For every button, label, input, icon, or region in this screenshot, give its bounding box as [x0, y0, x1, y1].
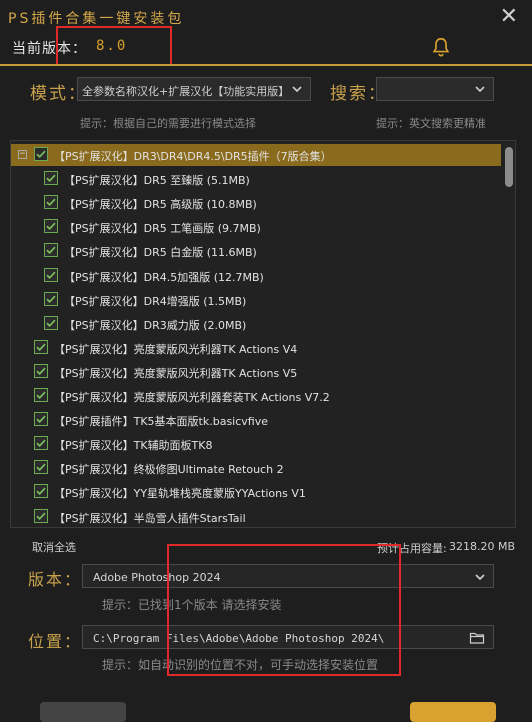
- install-button[interactable]: [410, 702, 496, 722]
- plugin-checkbox[interactable]: [34, 388, 48, 402]
- plugin-label: 【PS扩展汉化】DR5 白金版 (11.6MB): [64, 246, 257, 260]
- plugin-checkbox[interactable]: [44, 171, 58, 186]
- checkmark-icon: [36, 463, 46, 472]
- plugin-row[interactable]: 【PS扩展汉化】DR3威力版 (2.0MB): [11, 313, 501, 335]
- checkmark-icon: [36, 391, 46, 400]
- plugin-label: 【PS扩展汉化】TK辅助面板TK8: [54, 439, 213, 453]
- plugin-row[interactable]: 【PS扩展汉化】YY星轨堆栈亮度蒙版YYActions V1: [11, 481, 501, 503]
- checkmark-icon: [46, 247, 56, 255]
- plugin-row[interactable]: 【PS扩展汉化】DR4.5加强版 (12.7MB): [11, 265, 501, 287]
- header-divider: [0, 64, 532, 66]
- install-path-highlight-box: [167, 544, 401, 676]
- chevron-down-icon: [475, 574, 485, 581]
- plugin-label: 【PS扩展汉化】DR5 工笔画版 (9.7MB): [64, 222, 261, 236]
- plugin-row[interactable]: 【PS扩展汉化】TK辅助面板TK8: [11, 433, 501, 455]
- plugin-row[interactable]: 【PS扩展汉化】亮度蒙版风光利器TK Actions V4: [11, 337, 501, 359]
- ps-version-label: 版本：: [28, 570, 83, 589]
- plugin-label: 【PS扩展汉化】DR3威力版 (2.0MB): [64, 318, 247, 332]
- plugin-row[interactable]: 【PS扩展汉化】亮度蒙版风光利器TK Actions V5: [11, 361, 501, 383]
- plugin-checkbox[interactable]: [34, 363, 48, 378]
- version-highlight-box: [56, 26, 172, 66]
- plugin-checkbox[interactable]: [34, 484, 48, 499]
- plugin-group-row[interactable]: − 【PS扩展汉化】DR3\DR4\DR4.5\DR5插件（7版合集）: [11, 144, 501, 166]
- checkmark-icon: [46, 271, 56, 279]
- capacity-value: 3218.20 MB: [449, 540, 516, 553]
- plugin-checkbox[interactable]: [34, 412, 48, 427]
- plugin-checkbox[interactable]: [44, 219, 58, 234]
- checkmark-icon: [36, 415, 46, 424]
- plugin-row[interactable]: 【PS扩展汉化】DR5 工笔画版 (9.7MB): [11, 216, 501, 238]
- mode-hint: 提示：根据自己的需要进行模式选择: [80, 117, 256, 130]
- plugin-checkbox[interactable]: [44, 243, 58, 258]
- checkmark-icon: [46, 222, 56, 231]
- checkmark-icon: [46, 295, 56, 303]
- plugin-checkbox[interactable]: [34, 147, 48, 161]
- search-hint: 提示：英文搜索更精准: [376, 117, 486, 130]
- plugin-row[interactable]: 【PS扩展汉化】DR5 高级版 (10.8MB): [11, 192, 501, 214]
- mode-select[interactable]: 全参数名称汉化+扩展汉化【功能实用版】: [77, 77, 311, 101]
- plugin-label: 【PS扩展汉化】DR3\DR4\DR4.5\DR5插件（7版合集）: [54, 150, 332, 163]
- checkmark-icon: [36, 512, 46, 520]
- plugin-checkbox[interactable]: [44, 291, 58, 306]
- plugin-row[interactable]: 【PS扩展汉化】DR5 白金版 (11.6MB): [11, 240, 501, 262]
- search-input[interactable]: [376, 77, 494, 101]
- footer-left-button[interactable]: [40, 702, 126, 722]
- plugin-checkbox[interactable]: [44, 315, 58, 330]
- bell-icon[interactable]: [430, 36, 452, 58]
- plugin-checkbox[interactable]: [34, 508, 48, 523]
- plugin-checkbox[interactable]: [34, 460, 48, 475]
- plugin-checkbox[interactable]: [44, 267, 58, 282]
- plugin-row[interactable]: 【PS扩展汉化】亮度蒙版风光利器套装TK Actions V7.2: [11, 385, 501, 407]
- deselect-all-button[interactable]: 取消全选: [32, 539, 76, 555]
- plugin-checkbox[interactable]: [34, 339, 48, 354]
- mode-select-value: 全参数名称汉化+扩展汉化【功能实用版】: [82, 85, 290, 98]
- checkmark-icon: [46, 198, 56, 207]
- plugin-list[interactable]: − 【PS扩展汉化】DR3\DR4\DR4.5\DR5插件（7版合集） 【PS扩展汉…: [10, 140, 516, 528]
- checkmark-icon: [36, 367, 46, 375]
- chevron-down-icon: [475, 86, 485, 93]
- plugin-checkbox[interactable]: [44, 195, 58, 210]
- checkmark-icon: [36, 488, 46, 496]
- plugin-row[interactable]: 【PS扩展汉化】半岛雪人插件StarsTail: [11, 506, 501, 528]
- close-button[interactable]: ✕: [500, 4, 518, 29]
- plugin-label: 【PS扩展汉化】DR5 高级版 (10.8MB): [64, 198, 257, 212]
- plugin-label: 【PS扩展汉化】半岛雪人插件StarsTail: [54, 511, 246, 525]
- checkmark-icon: [46, 319, 56, 327]
- plugin-row[interactable]: 【PS扩展插件】TK5基本面版tk.basicvfive: [11, 409, 501, 431]
- checkmark-icon: [46, 174, 56, 183]
- plugin-row[interactable]: 【PS扩展汉化】DR5 至臻版 (5.1MB): [11, 168, 501, 190]
- checkmark-icon: [36, 439, 46, 448]
- scrollbar-thumb[interactable]: [505, 147, 513, 187]
- plugin-label: 【PS扩展汉化】DR4.5加强版 (12.7MB): [64, 270, 264, 284]
- plugin-label: 【PS扩展汉化】亮度蒙版风光利器TK Actions V5: [54, 366, 298, 380]
- list-scrollbar[interactable]: [505, 143, 513, 525]
- location-label: 位置：: [28, 632, 83, 651]
- plugin-checkbox[interactable]: [34, 436, 48, 451]
- plugin-label: 【PS扩展插件】TK5基本面版tk.basicvfive: [54, 415, 268, 429]
- chevron-down-icon: [292, 86, 302, 93]
- plugin-row[interactable]: 【PS扩展汉化】终极修图Ultimate Retouch 2: [11, 457, 501, 479]
- checkmark-icon: [36, 343, 46, 351]
- collapse-toggle-icon[interactable]: −: [18, 150, 27, 159]
- plugin-label: 【PS扩展汉化】DR5 至臻版 (5.1MB): [64, 174, 250, 188]
- plugin-label: 【PS扩展汉化】亮度蒙版风光利器套装TK Actions V7.2: [54, 391, 330, 404]
- plugin-label: 【PS扩展汉化】DR4增强版 (1.5MB): [64, 294, 247, 308]
- folder-icon[interactable]: [469, 630, 485, 646]
- plugin-row[interactable]: 【PS扩展汉化】DR4增强版 (1.5MB): [11, 289, 501, 311]
- checkmark-icon: [36, 150, 46, 159]
- window-title: PS插件合集一键安装包: [8, 11, 185, 27]
- plugin-label: 【PS扩展汉化】YY星轨堆栈亮度蒙版YYActions V1: [54, 487, 306, 501]
- plugin-label: 【PS扩展汉化】亮度蒙版风光利器TK Actions V4: [54, 342, 298, 356]
- plugin-label: 【PS扩展汉化】终极修图Ultimate Retouch 2: [54, 463, 284, 477]
